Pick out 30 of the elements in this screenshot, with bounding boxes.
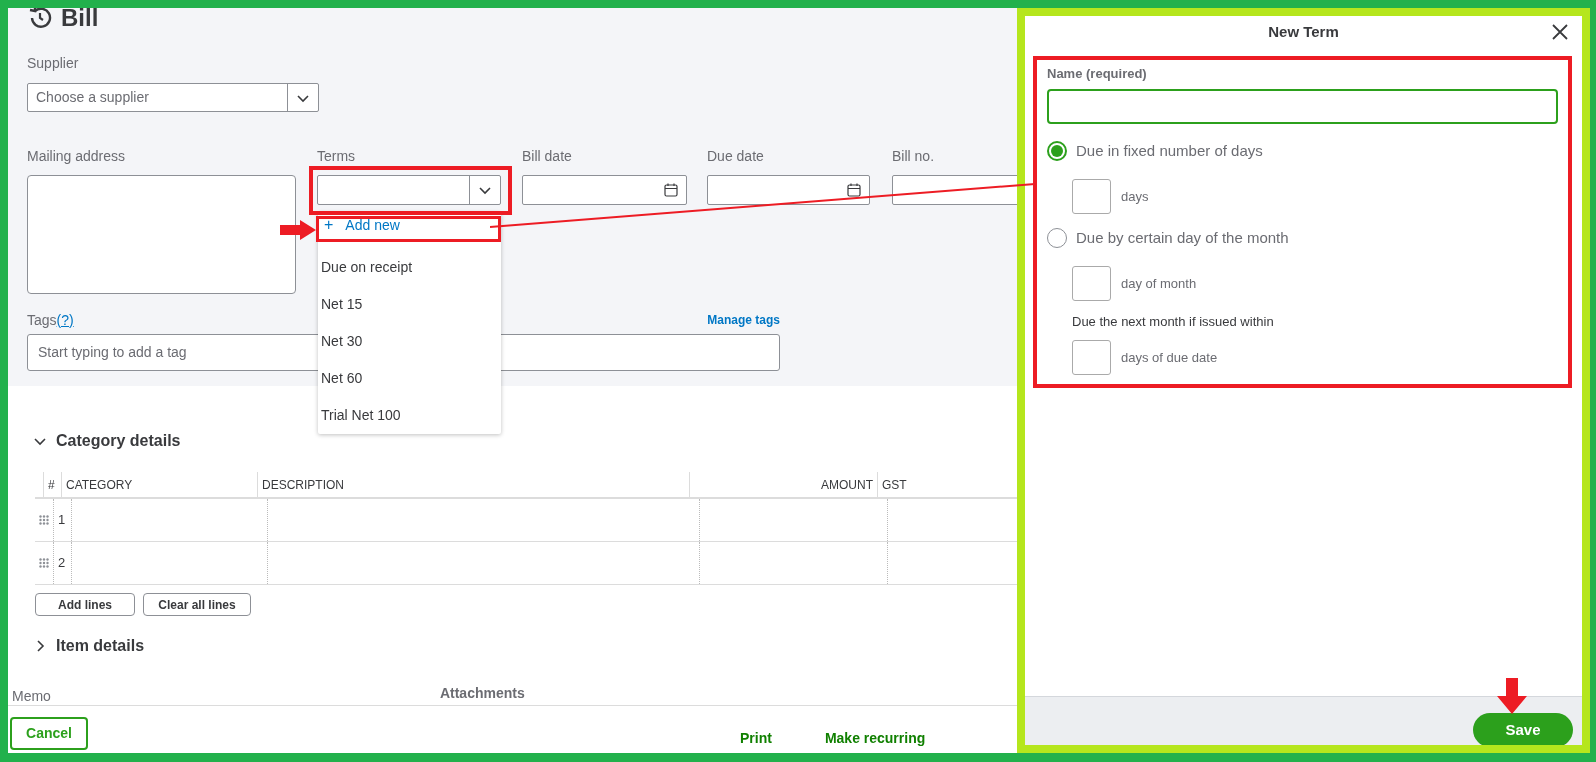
option-label: Due by certain day of the month: [1076, 227, 1289, 248]
field-label: Bill date: [522, 147, 573, 166]
page-title: Bill: [61, 8, 99, 32]
row-number: 1: [58, 511, 66, 530]
column-header: AMOUNT: [821, 476, 873, 494]
row-number: 2: [58, 554, 66, 573]
plus-icon: +: [324, 216, 334, 233]
placeholder-text: Start typing to add a tag: [38, 343, 187, 362]
option-label: Due in fixed number of days: [1076, 140, 1263, 161]
field-label: Due date: [707, 147, 765, 166]
field-label: Mailing address: [27, 147, 127, 166]
field-label: Terms: [317, 147, 357, 166]
section-title: Item details: [56, 636, 145, 656]
column-header: #: [48, 476, 55, 494]
field-label: Supplier: [27, 54, 80, 73]
placeholder-text: Choose a supplier: [36, 88, 149, 107]
unit-label: day of month: [1121, 274, 1197, 293]
field-caption: Due the next month if issued within: [1072, 313, 1275, 331]
column-header: GST: [882, 476, 907, 494]
section-title: Category details: [56, 431, 181, 451]
field-label: Bill no.: [892, 147, 936, 166]
unit-label: days: [1121, 187, 1149, 206]
field-label: Name (required): [1047, 65, 1148, 83]
column-header: DESCRIPTION: [262, 476, 344, 494]
unit-label: days of due date: [1121, 348, 1218, 367]
column-header: CATEGORY: [66, 476, 133, 494]
dialog-title: New Term: [1268, 21, 1339, 42]
field-label: Tags: [27, 311, 57, 330]
field-label: Memo: [12, 688, 51, 705]
field-label: Attachments: [439, 685, 525, 702]
